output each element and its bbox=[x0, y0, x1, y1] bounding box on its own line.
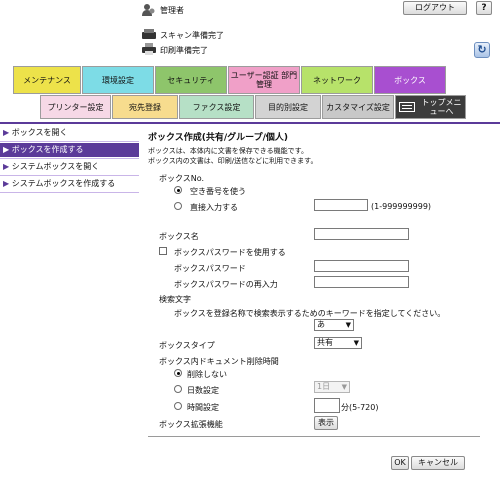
chevron-down-icon: ▼ bbox=[353, 339, 359, 347]
print-status: 印刷準備完了 bbox=[160, 46, 208, 55]
tab-box[interactable]: ボックス bbox=[374, 66, 446, 94]
scan-status: スキャン準備完了 bbox=[160, 31, 224, 40]
sidebar-item-open-box[interactable]: ▶ ボックスを開く bbox=[0, 126, 139, 140]
tab-top-menu-label: トップメニューへ bbox=[421, 98, 462, 116]
password-input[interactable] bbox=[314, 260, 409, 272]
user-icon bbox=[142, 4, 155, 16]
ok-button[interactable]: OK bbox=[391, 456, 409, 470]
logout-button[interactable]: ログアウト bbox=[403, 1, 467, 15]
cancel-button[interactable]: キャンセル bbox=[411, 456, 465, 470]
tab-fax-settings[interactable]: ファクス設定 bbox=[179, 95, 254, 119]
use-password-checkbox[interactable] bbox=[159, 247, 167, 255]
time-input[interactable] bbox=[314, 398, 340, 413]
sidebar-item-open-system-box[interactable]: ▶ システムボックスを開く bbox=[0, 160, 139, 174]
radio-time-label: 時間設定 bbox=[187, 403, 219, 412]
sidebar-item-create-system-box[interactable]: ▶ システムボックスを作成する bbox=[0, 177, 139, 191]
radio-days-label: 日数設定 bbox=[187, 386, 219, 395]
user-name: 管理者 bbox=[160, 6, 184, 15]
box-no-label: ボックスNo. bbox=[159, 174, 205, 183]
radio-auto-number-label: 空き番号を使う bbox=[190, 187, 246, 196]
box-type-select[interactable]: 共有 ▼ bbox=[314, 337, 362, 349]
page-title: ボックス作成(共有/グループ/個人) bbox=[148, 133, 288, 143]
tab-user-auth[interactable]: ユーザー認証 部門管理 bbox=[228, 66, 300, 94]
tab-address-registration[interactable]: 宛先登録 bbox=[112, 95, 178, 119]
refresh-icon[interactable]: ↻ bbox=[474, 42, 490, 58]
page-description-2: ボックス内の文書は、印刷/送信などに利用できます。 bbox=[148, 157, 318, 165]
box-name-label: ボックス名 bbox=[159, 232, 199, 241]
use-password-label: ボックスパスワードを使用する bbox=[174, 248, 286, 257]
radio-auto-number[interactable] bbox=[174, 186, 182, 194]
radio-days[interactable] bbox=[174, 385, 182, 393]
menu-icon bbox=[399, 102, 415, 112]
box-no-input[interactable] bbox=[314, 199, 368, 211]
footer-divider bbox=[148, 436, 480, 437]
password-confirm-label: ボックスパスワードの再入力 bbox=[174, 280, 278, 289]
search-description: ボックスを登録名称で検索表示するためのキーワードを指定してください。 bbox=[174, 309, 446, 318]
search-label: 検索文字 bbox=[159, 295, 191, 304]
radio-direct-input[interactable] bbox=[174, 202, 182, 210]
tab-maintenance[interactable]: メンテナンス bbox=[13, 66, 81, 94]
show-button[interactable]: 表示 bbox=[314, 416, 338, 430]
scanner-icon bbox=[142, 29, 156, 39]
page-description-1: ボックスは、本体内に文書を保存できる機能です。 bbox=[148, 147, 308, 155]
sidebar-item-create-box[interactable]: ▶ ボックスを作成する bbox=[0, 143, 139, 157]
radio-no-delete[interactable] bbox=[174, 369, 182, 377]
tab-security[interactable]: セキュリティ bbox=[155, 66, 227, 94]
help-button[interactable]: ? bbox=[476, 1, 492, 15]
tab-customize-settings[interactable]: カスタマイズ設定 bbox=[322, 95, 394, 119]
box-name-input[interactable] bbox=[314, 228, 409, 240]
radio-time[interactable] bbox=[174, 402, 182, 410]
tab-top-menu[interactable]: トップメニューへ bbox=[395, 95, 466, 119]
password-label: ボックスパスワード bbox=[174, 264, 246, 273]
header-divider bbox=[0, 122, 500, 124]
password-confirm-input[interactable] bbox=[314, 276, 409, 288]
tab-environment[interactable]: 環境設定 bbox=[82, 66, 154, 94]
time-range: 分(5-720) bbox=[341, 403, 379, 412]
radio-no-delete-label: 削除しない bbox=[187, 370, 227, 379]
delete-time-label: ボックス内ドキュメント削除時間 bbox=[159, 357, 279, 366]
tab-network[interactable]: ネットワーク bbox=[301, 66, 373, 94]
chevron-down-icon: ▼ bbox=[341, 383, 347, 391]
printer-icon bbox=[142, 43, 156, 55]
tab-printer-settings[interactable]: プリンター設定 bbox=[40, 95, 111, 119]
box-type-label: ボックスタイプ bbox=[159, 341, 215, 350]
tab-purpose-settings[interactable]: 目的別設定 bbox=[255, 95, 321, 119]
radio-direct-input-label: 直接入力する bbox=[190, 203, 238, 212]
search-char-select[interactable]: あ ▼ bbox=[314, 319, 354, 331]
ext-function-label: ボックス拡張機能 bbox=[159, 420, 223, 429]
chevron-down-icon: ▼ bbox=[345, 321, 351, 329]
box-no-range: (1-999999999) bbox=[371, 202, 432, 211]
days-select[interactable]: 1日 ▼ bbox=[314, 381, 350, 393]
